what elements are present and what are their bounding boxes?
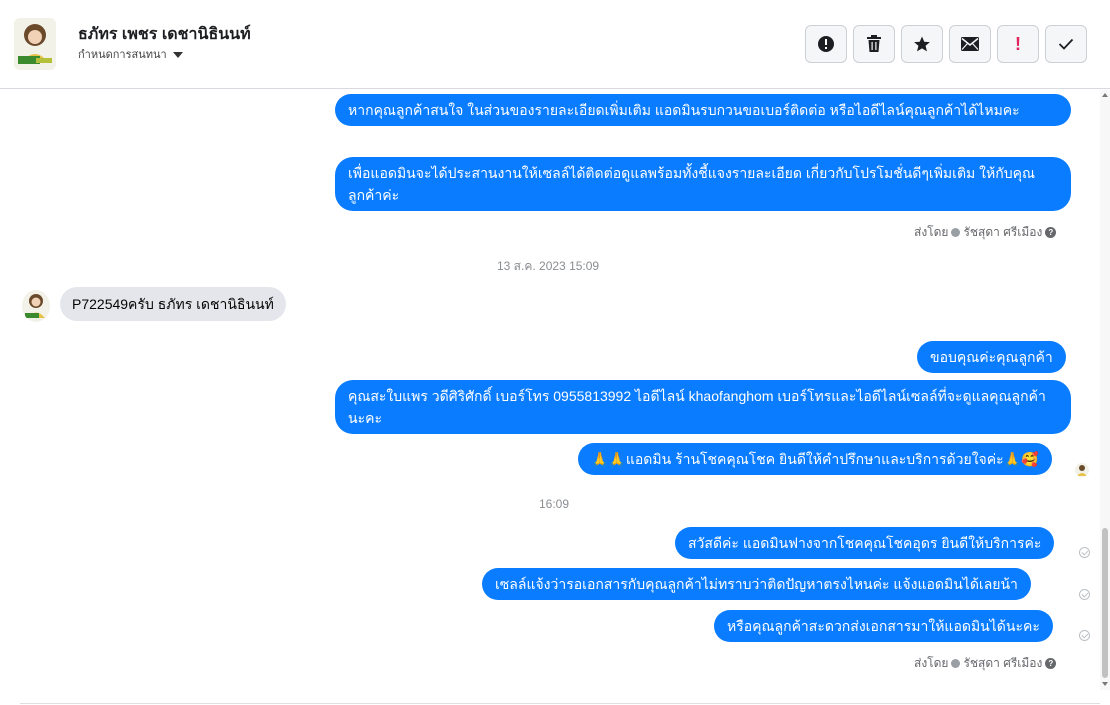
message-bubble-outgoing[interactable]: ขอบคุณค่ะคุณลูกค้า [917,341,1066,373]
sent-by-label: ส่งโดย [914,225,949,239]
sender-avatar-icon [951,659,961,668]
scroll-down-arrow-icon[interactable] [1102,682,1108,686]
sent-by-info: ส่งโดย รัชสุดา ศรีเมือง ? [914,223,1057,242]
scroll-up-arrow-icon[interactable] [1102,93,1108,97]
delete-button[interactable] [853,25,895,63]
message-bubble-outgoing[interactable]: สวัสดีค่ะ แอดมินฟางจากโชคคุณโชคอุดร ยินด… [675,527,1055,559]
message-bubble-outgoing[interactable]: หากคุณลูกค้าสนใจ ในส่วนของรายละเอียดเพิ่… [335,94,1071,126]
conversation-header: ธภัทร เพชร เดชานิธินนท์ กำหนดการสนทนา ! [0,0,1110,89]
trash-icon [867,35,881,52]
star-button[interactable] [901,25,943,63]
timestamp-separator: 16:09 [539,497,570,511]
message-bubble-outgoing[interactable]: เพื่อแอดมินจะได้ประสานงานให้เซลล์ได้ติดต… [335,157,1071,211]
delivered-check-icon [1079,630,1090,641]
sent-by-label: ส่งโดย [914,656,949,670]
contact-name[interactable]: ธภัทร เพชร เดชานิธินนท์ [78,22,251,47]
exclamation-circle-icon [818,36,834,52]
alert-info-button[interactable] [805,25,847,63]
envelope-icon [961,37,979,51]
message-bubble-incoming[interactable]: P722549ครับ ธภัทร เดชานิธินนท์ [60,287,286,321]
delivered-check-icon [1079,547,1090,558]
seen-avatar-icon [1075,463,1089,477]
delivered-check-icon [1079,589,1090,600]
chevron-down-icon [172,51,183,58]
mark-spam-button[interactable]: ! [997,25,1039,63]
sender-name: รัชสุดา ศรีเมือง [963,225,1043,239]
help-icon[interactable]: ? [1045,227,1057,238]
sender-avatar-icon [951,228,961,237]
star-icon [914,36,930,52]
timestamp-separator: 13 ส.ค. 2023 15:09 [497,259,600,273]
divider [20,703,1100,704]
mark-done-button[interactable] [1045,25,1087,63]
message-bubble-outgoing[interactable]: เซลล์แจ้งว่ารอเอกสารกับคุณลูกค้าไม่ทราบว… [482,568,1031,600]
help-icon[interactable]: ? [1045,658,1057,669]
assign-conversation-dropdown[interactable]: กำหนดการสนทนา [78,45,183,63]
exclamation-icon: ! [1015,33,1021,54]
sent-by-info: ส่งโดย รัชสุดา ศรีเมือง ? [914,654,1057,673]
conversation-toolbar: ! [805,25,1087,63]
sender-name: รัชสุดา ศรีเมือง [963,656,1043,670]
message-bubble-outgoing[interactable]: หรือคุณลูกค้าสะดวกส่งเอกสารมาให้แอดมินได… [714,610,1053,642]
contact-avatar-small[interactable] [22,290,50,322]
assign-label: กำหนดการสนทนา [78,49,167,61]
message-bubble-outgoing[interactable]: 🙏🙏แอดมิน ร้านโชคคุณโชค ยินดีให้คำปรึกษาแ… [578,443,1052,475]
contact-avatar[interactable] [14,18,56,70]
message-bubble-outgoing[interactable]: คุณสะใบแพร วดีศิริศักดิ์ เบอร์โทร 095581… [335,380,1071,434]
mail-button[interactable] [949,25,991,63]
checkmark-icon [1058,38,1074,50]
scrollbar-thumb[interactable] [1102,528,1108,678]
